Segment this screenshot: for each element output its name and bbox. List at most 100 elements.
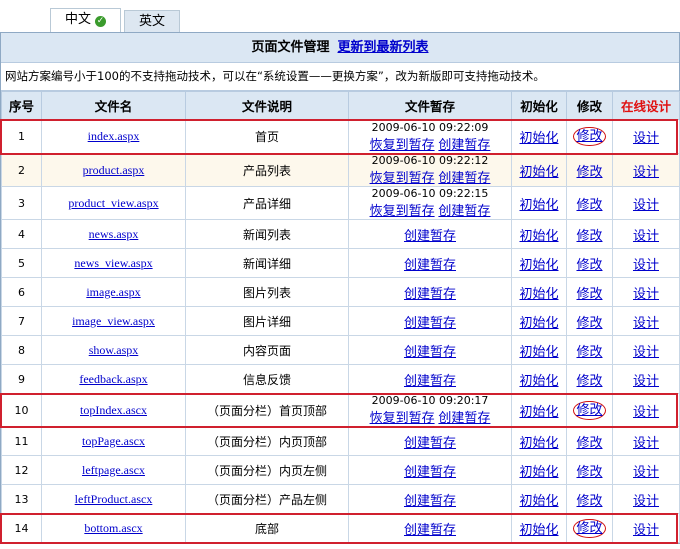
- tab-english[interactable]: 英文: [124, 10, 181, 33]
- file-name-link[interactable]: news_view.aspx: [74, 256, 152, 270]
- file-name-link[interactable]: product_view.aspx: [68, 196, 158, 210]
- design-link[interactable]: 设计: [633, 345, 659, 360]
- edit-link[interactable]: 修改: [576, 129, 602, 144]
- restore-temp-link[interactable]: 恢复到暂存: [370, 204, 435, 219]
- table-row: 8 show.aspx 内容页面 创建暂存 初始化 修改 设计: [1, 335, 680, 365]
- design-link[interactable]: 设计: [633, 258, 659, 273]
- edit-link[interactable]: 修改: [576, 198, 602, 213]
- edit-link[interactable]: 修改: [576, 403, 602, 418]
- col-header-desc: 文件说明: [185, 91, 349, 120]
- table-row: 14 bottom.ascx 底部 创建暂存 初始化 修改 设计: [1, 513, 680, 543]
- design-link[interactable]: 设计: [633, 523, 659, 538]
- create-temp-link[interactable]: 创建暂存: [404, 465, 456, 480]
- file-name-cell: image.aspx: [41, 277, 186, 307]
- design-link[interactable]: 设计: [633, 465, 659, 480]
- init-link[interactable]: 初始化: [519, 198, 558, 213]
- edit-cell: 修改: [566, 186, 613, 220]
- table-header-row: 序号 文件名 文件说明 文件暂存 初始化 修改 在线设计: [1, 91, 680, 120]
- init-link[interactable]: 初始化: [519, 258, 558, 273]
- design-link[interactable]: 设计: [633, 494, 659, 509]
- create-temp-link[interactable]: 创建暂存: [404, 436, 456, 451]
- create-temp-link[interactable]: 创建暂存: [438, 411, 490, 426]
- restore-temp-link[interactable]: 恢复到暂存: [370, 171, 435, 186]
- create-temp-link[interactable]: 创建暂存: [404, 287, 456, 302]
- file-name-link[interactable]: bottom.ascx: [84, 521, 142, 535]
- create-temp-link[interactable]: 创建暂存: [404, 374, 456, 389]
- edit-cell: 修改: [566, 219, 613, 249]
- create-temp-link[interactable]: 创建暂存: [438, 171, 490, 186]
- design-link[interactable]: 设计: [633, 374, 659, 389]
- design-link[interactable]: 设计: [633, 405, 659, 420]
- design-link[interactable]: 设计: [633, 316, 659, 331]
- design-link[interactable]: 设计: [633, 165, 659, 180]
- edit-link[interactable]: 修改: [576, 258, 602, 273]
- table-row: 6 image.aspx 图片列表 创建暂存 初始化 修改 设计: [1, 277, 680, 307]
- edit-link[interactable]: 修改: [576, 494, 602, 509]
- create-temp-link[interactable]: 创建暂存: [438, 204, 490, 219]
- file-manager-panel: 页面文件管理 更新到最新列表 网站方案编号小于100的不支持拖动技术，可以在“系统…: [0, 32, 680, 544]
- file-name-cell: leftProduct.ascx: [41, 484, 186, 514]
- init-link[interactable]: 初始化: [519, 494, 558, 509]
- design-cell: 设计: [612, 277, 680, 307]
- file-name-link[interactable]: index.aspx: [88, 129, 140, 143]
- file-name-link[interactable]: news.aspx: [89, 227, 139, 241]
- restore-temp-link[interactable]: 恢复到暂存: [370, 138, 435, 153]
- init-link[interactable]: 初始化: [519, 287, 558, 302]
- design-link[interactable]: 设计: [633, 229, 659, 244]
- timestamp: 2009-06-10 09:20:17: [371, 394, 489, 407]
- edit-link[interactable]: 修改: [576, 229, 602, 244]
- tab-chinese[interactable]: 中文 ✓: [50, 8, 122, 33]
- table-row: 11 topPage.ascx （页面分栏）内页顶部 创建暂存 初始化 修改 设计: [1, 426, 680, 456]
- edit-link[interactable]: 修改: [576, 316, 602, 331]
- file-name-link[interactable]: image_view.aspx: [72, 314, 155, 328]
- file-name-link[interactable]: image.aspx: [86, 285, 140, 299]
- init-link[interactable]: 初始化: [519, 131, 558, 146]
- design-link[interactable]: 设计: [633, 287, 659, 302]
- design-link[interactable]: 设计: [633, 131, 659, 146]
- file-name-link[interactable]: topIndex.ascx: [80, 403, 147, 417]
- create-temp-link[interactable]: 创建暂存: [404, 523, 456, 538]
- design-link[interactable]: 设计: [633, 198, 659, 213]
- create-temp-link[interactable]: 创建暂存: [404, 258, 456, 273]
- file-name-link[interactable]: leftpage.ascx: [82, 463, 145, 477]
- row-number: 14: [1, 513, 42, 543]
- create-temp-link[interactable]: 创建暂存: [404, 229, 456, 244]
- create-temp-link[interactable]: 创建暂存: [404, 494, 456, 509]
- edit-link[interactable]: 修改: [576, 465, 602, 480]
- create-temp-link[interactable]: 创建暂存: [404, 316, 456, 331]
- temp-cell: 创建暂存: [348, 364, 512, 394]
- temp-cell: 创建暂存: [348, 426, 512, 456]
- design-link[interactable]: 设计: [633, 436, 659, 451]
- file-desc: 首页: [185, 119, 349, 154]
- update-list-link[interactable]: 更新到最新列表: [338, 40, 429, 55]
- init-link[interactable]: 初始化: [519, 316, 558, 331]
- init-link[interactable]: 初始化: [519, 465, 558, 480]
- file-name-link[interactable]: show.aspx: [89, 343, 139, 357]
- row-number: 6: [1, 277, 42, 307]
- init-link[interactable]: 初始化: [519, 374, 558, 389]
- init-link[interactable]: 初始化: [519, 523, 558, 538]
- design-cell: 设计: [612, 513, 680, 543]
- file-name-link[interactable]: feedback.aspx: [79, 372, 147, 386]
- edit-link[interactable]: 修改: [576, 345, 602, 360]
- init-link[interactable]: 初始化: [519, 229, 558, 244]
- init-link[interactable]: 初始化: [519, 436, 558, 451]
- init-link[interactable]: 初始化: [519, 165, 558, 180]
- init-link[interactable]: 初始化: [519, 345, 558, 360]
- restore-temp-link[interactable]: 恢复到暂存: [370, 411, 435, 426]
- temp-cell: 2009-06-10 09:22:09 恢复到暂存 创建暂存: [348, 119, 512, 154]
- edit-link[interactable]: 修改: [576, 165, 602, 180]
- init-link[interactable]: 初始化: [519, 405, 558, 420]
- edit-link[interactable]: 修改: [576, 374, 602, 389]
- edit-link[interactable]: 修改: [576, 436, 602, 451]
- edit-link[interactable]: 修改: [576, 287, 602, 302]
- edit-cell: 修改: [566, 153, 613, 187]
- file-name-link[interactable]: topPage.ascx: [82, 434, 145, 448]
- file-name-link[interactable]: product.aspx: [83, 163, 145, 177]
- create-temp-link[interactable]: 创建暂存: [438, 138, 490, 153]
- temp-cell: 创建暂存: [348, 306, 512, 336]
- create-temp-link[interactable]: 创建暂存: [404, 345, 456, 360]
- file-name-cell: news.aspx: [41, 219, 186, 249]
- edit-link[interactable]: 修改: [576, 521, 602, 536]
- file-name-link[interactable]: leftProduct.ascx: [75, 492, 153, 506]
